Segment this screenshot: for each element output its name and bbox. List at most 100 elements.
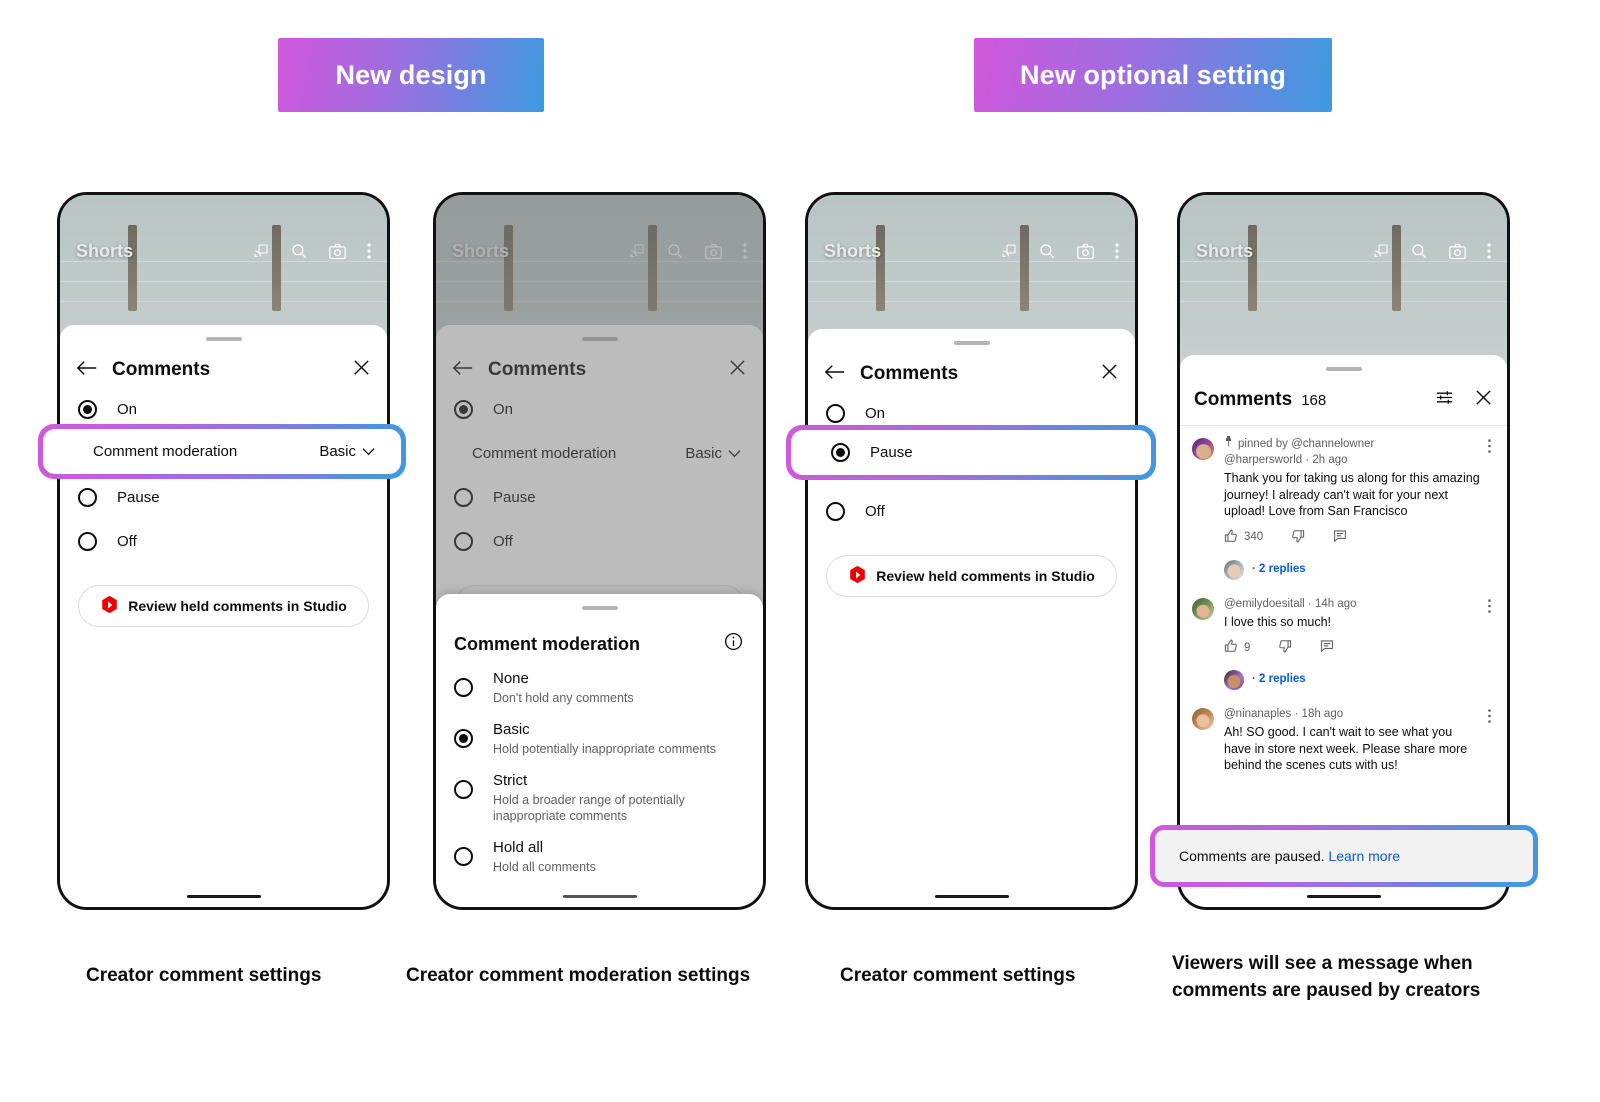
dislike-action[interactable] [1278, 639, 1292, 656]
caption-phone-1: Creator comment settings [86, 965, 322, 986]
kebab-menu-icon[interactable] [1115, 243, 1119, 259]
sheet-header: Comments [60, 353, 387, 387]
cast-icon[interactable] [252, 243, 270, 259]
comment-moderation-row[interactable]: Comment moderation Basic [43, 443, 401, 460]
comment-text: Ah! SO good. I can't wait to see what yo… [1224, 725, 1468, 772]
radio-option-off[interactable]: Off [808, 489, 1135, 533]
radio-option-pause[interactable]: Pause [791, 443, 1151, 462]
dislike-action[interactable] [1291, 529, 1305, 546]
radio-option-pause[interactable]: Pause [60, 475, 387, 519]
reply-avatar [1224, 559, 1244, 580]
moderation-option-basic[interactable]: Basic Hold potentially inappropriate com… [436, 713, 763, 764]
moderation-option-strict[interactable]: Strict Hold a broader range of potential… [436, 764, 763, 831]
sheet-grabber[interactable] [953, 341, 990, 345]
sheet-title: Comments [112, 359, 211, 380]
radio-indicator [454, 678, 473, 697]
review-held-comments-button[interactable]: Review held comments in Studio [826, 555, 1117, 597]
comment-meta: @harpersworld · 2h ago [1224, 452, 1481, 468]
option-label: On [117, 400, 138, 418]
comment-meta: @emilydoesitall · 14h ago [1224, 596, 1481, 612]
replies-row[interactable]: · 2 replies [1180, 548, 1507, 586]
comment-moderation-modal: Comment moderation None Don't hold any c… [436, 594, 763, 907]
meta-dot: · [1294, 708, 1302, 720]
home-indicator [934, 895, 1009, 898]
back-arrow-icon[interactable] [824, 363, 846, 386]
avatar[interactable] [1192, 597, 1214, 620]
radio-indicator [454, 729, 473, 748]
comment-time: 2h ago [1312, 454, 1348, 466]
close-icon[interactable] [1474, 388, 1493, 412]
comment-item[interactable]: pinned by @channelowner @harpersworld · … [1180, 426, 1507, 548]
pin-icon [1224, 436, 1233, 452]
reply-icon [1320, 639, 1334, 656]
comment-kebab-menu-icon[interactable] [1481, 706, 1497, 774]
sheet-grabber[interactable] [1325, 367, 1362, 371]
comment-item[interactable]: @ninanaples · 18h ago Ah! SO good. I can… [1180, 696, 1507, 776]
comment-item[interactable]: @emilydoesitall · 14h ago I love this so… [1180, 586, 1507, 659]
comment-author[interactable]: @harpersworld [1224, 454, 1302, 466]
button-label: Review held comments in Studio [876, 568, 1095, 584]
replies-label[interactable]: · 2 replies [1252, 563, 1306, 575]
replies-count: 2 replies [1259, 673, 1306, 685]
review-held-comments-button[interactable]: Review held comments in Studio [78, 585, 369, 627]
phone-mockup-1: Shorts Comments On Pause Off Review held… [57, 192, 390, 910]
reply-action[interactable] [1333, 529, 1347, 546]
caption-phone-2: Creator comment moderation settings [406, 965, 751, 986]
radio-indicator [826, 501, 845, 521]
badge-new-optional-setting: New optional setting [974, 38, 1332, 112]
camera-icon[interactable] [1076, 243, 1095, 260]
avatar[interactable] [1192, 438, 1214, 460]
moderation-option-hold-all[interactable]: Hold all Hold all comments [436, 831, 763, 882]
comment-kebab-menu-icon[interactable] [1481, 436, 1497, 546]
option-name: Hold all [493, 839, 544, 856]
sliders-icon[interactable] [1435, 388, 1454, 412]
search-icon[interactable] [290, 242, 308, 260]
close-icon[interactable] [1100, 362, 1119, 386]
replies-label[interactable]: · 2 replies [1252, 673, 1306, 685]
back-arrow-icon[interactable] [76, 359, 98, 382]
comment-kebab-menu-icon[interactable] [1481, 596, 1497, 657]
kebab-menu-icon[interactable] [1487, 243, 1491, 259]
badge-label: New design [335, 59, 487, 90]
reply-action[interactable] [1320, 639, 1334, 656]
radio-indicator [826, 403, 845, 423]
sheet-grabber[interactable] [205, 337, 242, 341]
like-action[interactable]: 340 [1224, 529, 1263, 546]
replies-row[interactable]: · 2 replies [1180, 658, 1507, 696]
comment-meta: @ninanaples · 18h ago [1224, 706, 1481, 722]
option-label: Pause [870, 444, 913, 461]
sheet-header: Comments [808, 357, 1135, 391]
cast-icon[interactable] [1000, 243, 1018, 259]
learn-more-link[interactable]: Learn more [1328, 848, 1400, 864]
option-label: Off [865, 502, 885, 520]
replies-count: 2 replies [1259, 562, 1306, 575]
comments-title: Comments [1194, 389, 1293, 410]
shorts-title: Shorts [824, 240, 882, 261]
comment-time: 18h ago [1301, 708, 1344, 720]
camera-icon[interactable] [328, 243, 347, 260]
camera-icon[interactable] [1448, 243, 1467, 260]
thumbs-down-icon [1291, 529, 1305, 546]
thumbs-up-icon [1224, 529, 1238, 546]
modal-grabber[interactable] [581, 606, 618, 610]
badge-new-design: New design [278, 38, 544, 112]
option-label: On [865, 404, 886, 422]
comment-author[interactable]: @ninanaples [1224, 708, 1291, 720]
radio-option-off[interactable]: Off [60, 519, 387, 563]
moderation-option-none[interactable]: None Don't hold any comments [436, 662, 763, 713]
option-label: Pause [117, 488, 160, 506]
close-icon[interactable] [352, 358, 371, 382]
radio-indicator [78, 487, 97, 507]
caption-phone-3: Creator comment settings [840, 965, 1076, 986]
radio-indicator [454, 847, 473, 866]
search-icon[interactable] [1038, 242, 1056, 260]
comment-author[interactable]: @emilydoesitall [1224, 598, 1305, 610]
like-action[interactable]: 9 [1224, 639, 1250, 656]
kebab-menu-icon[interactable] [367, 243, 371, 259]
info-icon[interactable] [724, 632, 743, 655]
radio-indicator [78, 531, 97, 551]
cast-icon[interactable] [1372, 243, 1390, 259]
avatar[interactable] [1192, 708, 1214, 730]
search-icon[interactable] [1410, 242, 1428, 260]
option-name: Basic [493, 721, 530, 738]
